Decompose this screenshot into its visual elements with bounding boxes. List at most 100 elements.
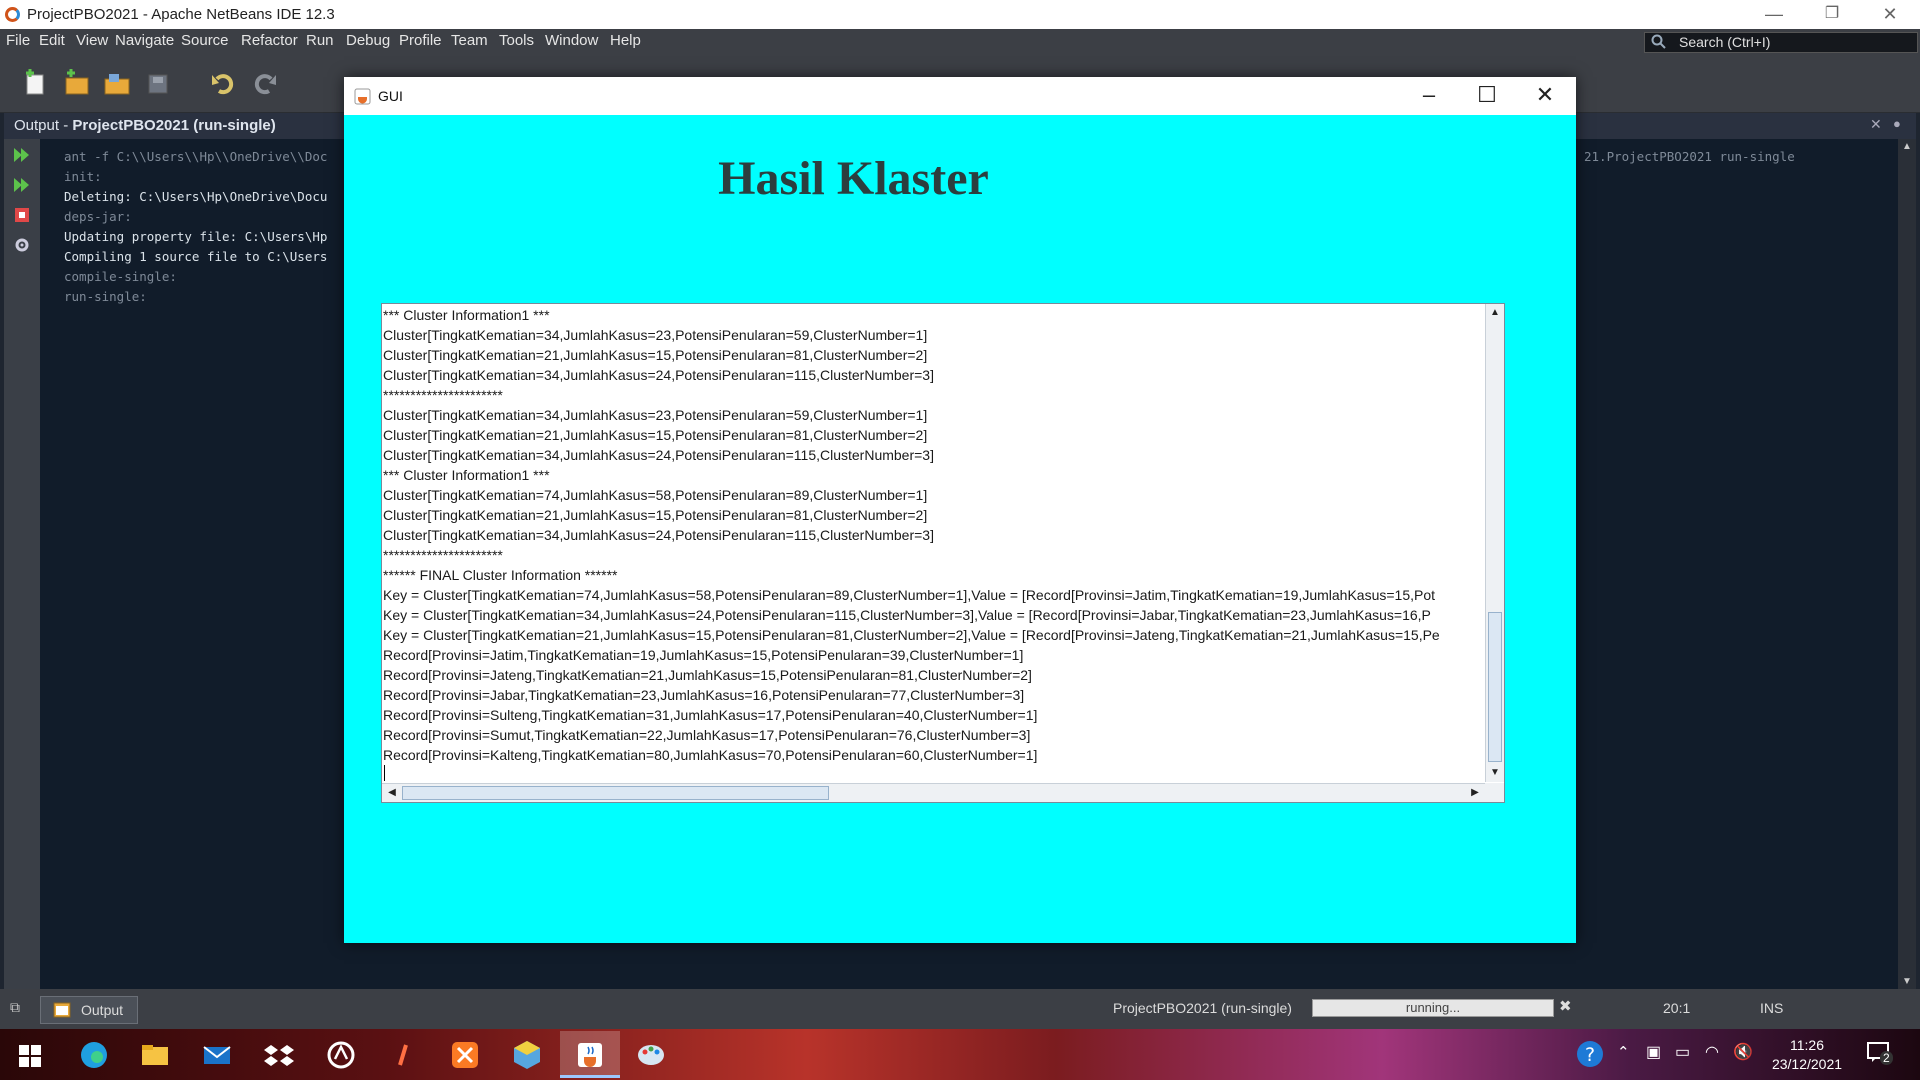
volume-muted-icon[interactable]: 🔇 <box>1733 1042 1753 1062</box>
result-line: Record[Provinsi=Sulteng,TingkatKematian=… <box>383 707 1038 723</box>
result-line: Cluster[TingkatKematian=34,JumlahKasus=2… <box>383 447 934 463</box>
result-line: Record[Provinsi=Kalteng,TingkatKematian=… <box>383 747 1038 763</box>
vertical-scrollbar[interactable]: ▲ ▼ <box>1485 304 1504 782</box>
output-tab-project: ProjectPBO2021 (run-single) <box>72 117 276 134</box>
rerun-icon[interactable] <box>12 145 32 165</box>
clock[interactable]: 11:26 23/12/2021 <box>1764 1036 1850 1074</box>
horizontal-scrollbar[interactable]: ◀ ▶ <box>382 783 1485 802</box>
meet-now-icon[interactable]: ▣ <box>1646 1042 1661 1062</box>
output-line: ant -f C:\\Users\\Hp\\OneDrive\\Doc <box>64 149 328 164</box>
app-ring-icon[interactable] <box>323 1037 359 1073</box>
output-line: deps-jar: <box>64 209 132 224</box>
file-explorer-icon[interactable] <box>137 1037 173 1073</box>
output-scrollbar[interactable]: ▲ ▼ <box>1898 139 1916 989</box>
progress-label: running... <box>1405 1000 1461 1015</box>
close-button[interactable]: ✕ <box>1861 0 1919 29</box>
insert-mode: INS <box>1760 1000 1784 1016</box>
stop-icon[interactable] <box>12 205 32 225</box>
page-title: Hasil Klaster <box>718 152 989 205</box>
menu-profile[interactable]: Profile <box>399 32 442 49</box>
java-taskbar-active[interactable] <box>560 1031 620 1078</box>
windows-start-icon[interactable] <box>12 1037 48 1073</box>
maximize-button[interactable]: ❐ <box>1803 0 1861 29</box>
menu-view[interactable]: View <box>76 32 108 49</box>
search-input[interactable]: Search (Ctrl+I) <box>1644 32 1918 53</box>
result-line: Cluster[TingkatKematian=34,JumlahKasus=2… <box>383 407 928 423</box>
result-line: ********************** <box>383 547 503 563</box>
redo-icon[interactable] <box>251 69 279 97</box>
output-minimized-tab[interactable]: Output <box>40 996 138 1024</box>
result-line: Record[Provinsi=Jatim,TingkatKematian=19… <box>383 647 1024 663</box>
search-placeholder: Search (Ctrl+I) <box>1679 34 1771 50</box>
menu-refactor[interactable]: Refactor <box>241 32 298 49</box>
edge-browser-icon[interactable] <box>76 1037 112 1073</box>
gui-titlebar: GUI – ☐ ✕ <box>344 77 1576 115</box>
result-line: Cluster[TingkatKematian=34,JumlahKasus=2… <box>383 367 934 383</box>
gui-minimize-button[interactable]: – <box>1400 77 1458 115</box>
menu-file[interactable]: File <box>6 32 30 49</box>
minimize-button[interactable]: — <box>1745 0 1803 29</box>
scroll-right-arrow-icon[interactable]: ▶ <box>1467 785 1483 801</box>
result-line: Key = Cluster[TingkatKematian=21,JumlahK… <box>383 627 1440 643</box>
netbeans-taskbar-icon[interactable] <box>509 1037 545 1073</box>
menu-help[interactable]: Help <box>610 32 641 49</box>
result-line: Cluster[TingkatKematian=34,JumlahKasus=2… <box>383 527 934 543</box>
gui-maximize-button[interactable]: ☐ <box>1458 77 1516 115</box>
wifi-icon[interactable]: ◠ <box>1705 1042 1719 1062</box>
new-project-icon[interactable] <box>63 69 91 97</box>
caret-position: 20:1 <box>1663 1000 1691 1016</box>
output-tab-prefix: Output - <box>14 117 73 134</box>
app-slash-icon[interactable] <box>386 1037 422 1073</box>
settings-icon[interactable] <box>12 235 32 255</box>
rerun-with-params-icon[interactable] <box>12 175 32 195</box>
vertical-scroll-thumb[interactable] <box>1488 612 1502 762</box>
notification-count: 2 <box>1880 1051 1893 1065</box>
cluster-result-textarea[interactable]: *** Cluster Information1 *** Cluster[Tin… <box>381 303 1505 803</box>
svg-text:?: ? <box>1585 1044 1595 1066</box>
notification-center[interactable]: 2 <box>1866 1041 1894 1067</box>
paint-app-icon[interactable] <box>633 1037 669 1073</box>
scroll-left-arrow-icon[interactable]: ◀ <box>384 785 400 801</box>
result-line: ********************** <box>383 387 503 403</box>
panel-menu-icon[interactable]: ● <box>1893 116 1901 131</box>
scroll-up-icon[interactable]: ▲ <box>1902 141 1912 152</box>
menu-navigate[interactable]: Navigate <box>115 32 174 49</box>
output-window-icon <box>53 1002 71 1018</box>
help-icon[interactable]: ? <box>1574 1038 1606 1070</box>
output-line: Updating property file: C:\Users\Hp <box>64 229 328 244</box>
result-line: Cluster[TingkatKematian=74,JumlahKasus=5… <box>383 487 928 503</box>
undo-icon[interactable] <box>209 69 237 97</box>
menu-debug[interactable]: Debug <box>346 32 390 49</box>
menu-team[interactable]: Team <box>451 32 488 49</box>
gui-close-button[interactable]: ✕ <box>1516 77 1574 115</box>
result-line: Cluster[TingkatKematian=21,JumlahKasus=1… <box>383 347 928 363</box>
scroll-down-arrow-icon[interactable]: ▼ <box>1487 765 1503 781</box>
tray-chevron-icon[interactable]: ⌃ <box>1617 1043 1630 1061</box>
menu-edit[interactable]: Edit <box>39 32 65 49</box>
output-line: Deleting: C:\Users\Hp\OneDrive\Docu <box>64 189 328 204</box>
new-file-icon[interactable] <box>22 69 50 97</box>
result-line: *** Cluster Information1 *** <box>383 307 550 323</box>
running-task-label: ProjectPBO2021 (run-single) <box>1113 1000 1292 1016</box>
restore-windows-icon[interactable]: ⧉ <box>10 999 20 1016</box>
output-line-right: 21.ProjectPBO2021 run-single <box>1584 149 1795 164</box>
menu-window[interactable]: Window <box>545 32 598 49</box>
output-line: Compiling 1 source file to C:\Users <box>64 249 328 264</box>
mail-icon[interactable] <box>199 1037 235 1073</box>
result-line: Key = Cluster[TingkatKematian=74,JumlahK… <box>383 587 1436 603</box>
save-all-icon[interactable] <box>145 69 173 97</box>
dropbox-icon[interactable] <box>261 1037 297 1073</box>
close-output-icon[interactable]: ✕ <box>1870 116 1882 133</box>
menu-tools[interactable]: Tools <box>499 32 534 49</box>
output-side-toolbar <box>4 139 40 989</box>
scroll-up-arrow-icon[interactable]: ▲ <box>1487 305 1503 321</box>
open-project-icon[interactable] <box>103 69 131 97</box>
horizontal-scroll-thumb[interactable] <box>402 786 829 800</box>
menu-source[interactable]: Source <box>181 32 229 49</box>
cancel-task-icon[interactable]: ✖ <box>1559 997 1572 1015</box>
java-app-icon <box>578 1043 602 1067</box>
menu-run[interactable]: Run <box>306 32 334 49</box>
scroll-down-icon[interactable]: ▼ <box>1902 976 1912 987</box>
xampp-icon[interactable] <box>447 1037 483 1073</box>
battery-icon[interactable]: ▭ <box>1675 1042 1690 1062</box>
